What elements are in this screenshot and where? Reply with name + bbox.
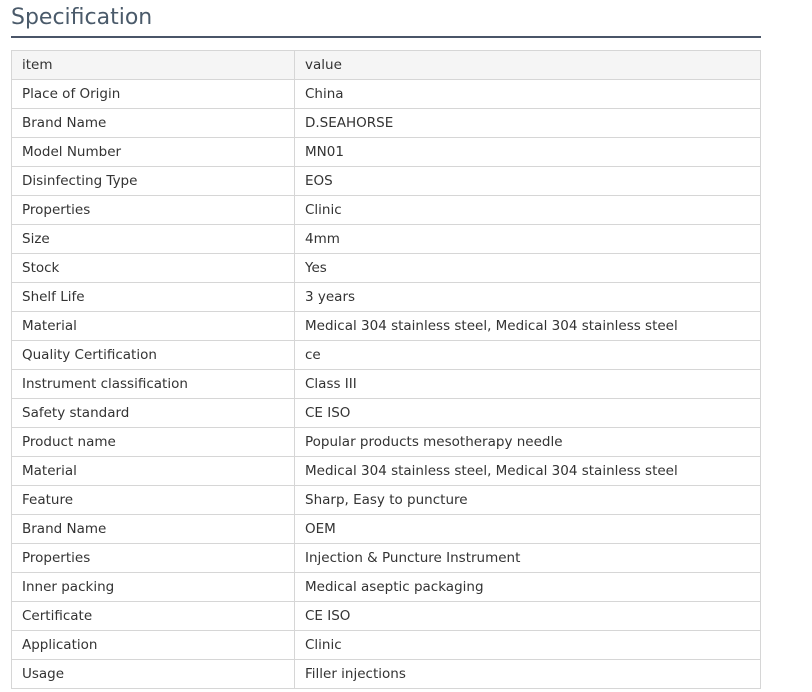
table-row: Size 4mm — [11, 224, 761, 254]
table-row: Shelf Life 3 years — [11, 282, 761, 312]
row-item: Stock — [11, 253, 295, 283]
row-item: Brand Name — [11, 108, 295, 138]
row-item: Safety standard — [11, 398, 295, 428]
row-item: Brand Name — [11, 514, 295, 544]
row-value: Yes — [294, 253, 761, 283]
row-value: D.SEAHORSE — [294, 108, 761, 138]
table-row: Feature Sharp, Easy to puncture — [11, 485, 761, 515]
table-row: Material Medical 304 stainless steel, Med… — [11, 311, 761, 341]
table-header-row: item value — [11, 50, 761, 80]
row-value: ce — [294, 340, 761, 370]
row-value: China — [294, 79, 761, 109]
row-value: CE ISO — [294, 601, 761, 631]
specification-table: item value Place of Origin China Brand Nam… — [11, 50, 761, 689]
row-value: Clinic — [294, 630, 761, 660]
table-row: Stock Yes — [11, 253, 761, 283]
row-value: Injection & Puncture Instrument — [294, 543, 761, 573]
table-row: Quality Certification ce — [11, 340, 761, 370]
table-row: Inner packing Medical aseptic packaging — [11, 572, 761, 602]
table-row: Product name Popular products mesotherapy… — [11, 427, 761, 457]
header-value: value — [294, 50, 761, 80]
row-item: Inner packing — [11, 572, 295, 602]
row-value: Class III — [294, 369, 761, 399]
table-row: Properties Clinic — [11, 195, 761, 225]
title-divider — [11, 36, 761, 38]
header-item: item — [11, 50, 295, 80]
table-row: Material Medical 304 stainless steel, Med… — [11, 456, 761, 486]
table-row: Place of Origin China — [11, 79, 761, 109]
row-item: Place of Origin — [11, 79, 295, 109]
table-row: Model Number MN01 — [11, 137, 761, 167]
row-item: Feature — [11, 485, 295, 515]
row-item: Certificate — [11, 601, 295, 631]
row-item: Material — [11, 456, 295, 486]
row-item: Product name — [11, 427, 295, 457]
section-title: Specification — [11, 5, 153, 30]
row-value: 3 years — [294, 282, 761, 312]
table-row: Brand Name D.SEAHORSE — [11, 108, 761, 138]
row-item: Application — [11, 630, 295, 660]
table-row: Safety standard CE ISO — [11, 398, 761, 428]
row-item: Instrument classification — [11, 369, 295, 399]
table-row: Instrument classification Class III — [11, 369, 761, 399]
table-row: Usage Filler injections — [11, 659, 761, 689]
row-item: Usage — [11, 659, 295, 689]
table-row: Disinfecting Type EOS — [11, 166, 761, 196]
row-item: Model Number — [11, 137, 295, 167]
table-row: Certificate CE ISO — [11, 601, 761, 631]
row-item: Disinfecting Type — [11, 166, 295, 196]
row-item: Shelf Life — [11, 282, 295, 312]
row-item: Quality Certification — [11, 340, 295, 370]
row-value: Sharp, Easy to puncture — [294, 485, 761, 515]
specification-section: Specification item value Place of Origin… — [11, 0, 761, 689]
row-item: Properties — [11, 543, 295, 573]
row-value: 4mm — [294, 224, 761, 254]
table-row: Brand Name OEM — [11, 514, 761, 544]
row-value: OEM — [294, 514, 761, 544]
row-value: Medical 304 stainless steel, Medical 304… — [294, 456, 761, 486]
row-value: EOS — [294, 166, 761, 196]
row-value: MN01 — [294, 137, 761, 167]
table-row: Application Clinic — [11, 630, 761, 660]
row-value: Filler injections — [294, 659, 761, 689]
row-value: Clinic — [294, 195, 761, 225]
row-value: Popular products mesotherapy needle — [294, 427, 761, 457]
row-value: Medical aseptic packaging — [294, 572, 761, 602]
row-item: Material — [11, 311, 295, 341]
row-item: Properties — [11, 195, 295, 225]
row-value: CE ISO — [294, 398, 761, 428]
table-row: Properties Injection & Puncture Instrumen… — [11, 543, 761, 573]
row-value: Medical 304 stainless steel, Medical 304… — [294, 311, 761, 341]
row-item: Size — [11, 224, 295, 254]
